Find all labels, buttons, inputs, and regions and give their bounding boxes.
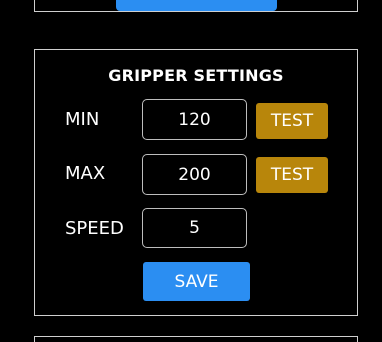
next-panel — [34, 336, 358, 342]
max-test-button[interactable]: TEST — [256, 157, 328, 193]
min-label: MIN — [65, 109, 100, 130]
page: GRIPPER SETTINGS MIN TEST MAX TEST SPEED… — [0, 0, 382, 342]
speed-label: SPEED — [65, 218, 124, 239]
min-input[interactable] — [142, 99, 247, 140]
speed-input[interactable] — [142, 208, 247, 248]
max-input[interactable] — [142, 154, 247, 195]
min-test-button[interactable]: TEST — [256, 103, 328, 139]
max-label: MAX — [65, 163, 106, 184]
panel-title: GRIPPER SETTINGS — [108, 66, 284, 85]
previous-panel-button[interactable] — [116, 0, 277, 11]
save-button[interactable]: SAVE — [143, 262, 250, 301]
